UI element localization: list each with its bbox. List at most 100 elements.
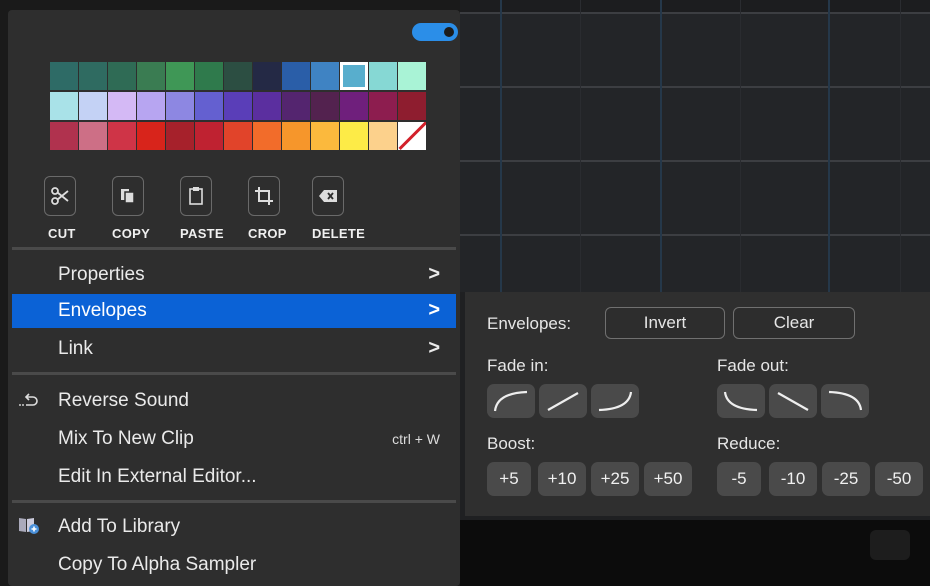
color-swatch[interactable] — [108, 92, 136, 120]
color-swatch[interactable] — [398, 62, 426, 90]
menu-item-label: Envelopes — [58, 300, 147, 321]
reduce-5-button[interactable]: -5 — [717, 462, 761, 496]
no-color-swatch[interactable] — [398, 122, 426, 150]
color-swatch[interactable] — [253, 62, 281, 90]
fade-out-linear-button[interactable] — [769, 384, 817, 418]
color-swatch[interactable] — [340, 92, 368, 120]
color-swatch[interactable] — [369, 122, 397, 150]
color-swatch[interactable] — [369, 62, 397, 90]
color-swatch[interactable] — [311, 122, 339, 150]
menu-item-link[interactable]: Link > — [12, 332, 456, 366]
copy-label: COPY — [112, 226, 151, 241]
fade-in-concave-icon — [598, 391, 633, 412]
backspace-icon[interactable] — [312, 176, 344, 216]
edit-tools: CUT COPY PASTE CROP DELETE — [44, 176, 374, 241]
color-swatch[interactable] — [224, 62, 252, 90]
color-swatch[interactable] — [311, 92, 339, 120]
color-swatch[interactable] — [340, 62, 368, 90]
color-swatch[interactable] — [340, 122, 368, 150]
reduce-50-button[interactable]: -50 — [875, 462, 923, 496]
boost-label: Boost: — [487, 434, 536, 453]
chevron-right-icon: > — [428, 263, 440, 285]
library-book-icon — [18, 515, 40, 540]
color-swatch[interactable] — [137, 92, 165, 120]
color-swatch[interactable] — [50, 92, 78, 120]
color-swatch[interactable] — [166, 122, 194, 150]
shortcut-label: ctrl + W — [392, 431, 440, 447]
fade-out-concave-button[interactable] — [717, 384, 765, 418]
menu-item-label: Link — [58, 338, 93, 359]
boost-5-button[interactable]: +5 — [487, 462, 531, 496]
fade-in-concave-button[interactable] — [591, 384, 639, 418]
boost-25-button[interactable]: +25 — [591, 462, 639, 496]
fade-out-convex-button[interactable] — [821, 384, 869, 418]
color-swatch[interactable] — [224, 122, 252, 150]
color-swatch[interactable] — [108, 122, 136, 150]
menu-item-mix-to-new-clip[interactable]: Mix To New Clip ctrl + W — [12, 422, 456, 456]
copy-tool[interactable]: COPY — [112, 176, 180, 241]
color-swatch[interactable] — [195, 92, 223, 120]
envelopes-submenu: Envelopes: Invert Clear Fade in: Fade ou… — [465, 292, 930, 516]
reduce-label: Reduce: — [717, 434, 781, 453]
scissors-icon[interactable] — [44, 176, 76, 216]
clipboard-icon[interactable] — [180, 176, 212, 216]
clear-button[interactable]: Clear — [733, 307, 855, 339]
menu-item-label: Properties — [58, 264, 145, 285]
reduce-25-button[interactable]: -25 — [822, 462, 870, 496]
color-swatch[interactable] — [253, 122, 281, 150]
fade-out-label: Fade out: — [717, 356, 789, 375]
clip-context-menu: CUT COPY PASTE CROP DELETE Properties > … — [8, 10, 460, 586]
color-swatch[interactable] — [369, 92, 397, 120]
menu-item-label: Mix To New Clip — [58, 428, 194, 449]
delete-tool[interactable]: DELETE — [312, 176, 374, 241]
paste-label: PASTE — [180, 226, 224, 241]
color-swatch[interactable] — [137, 122, 165, 150]
color-swatch[interactable] — [166, 92, 194, 120]
color-swatch[interactable] — [137, 62, 165, 90]
menu-item-copy-to-alpha-sampler[interactable]: Copy To Alpha Sampler — [12, 548, 456, 582]
menu-item-edit-external[interactable]: Edit In External Editor... — [12, 460, 456, 494]
fade-out-concave-icon — [723, 391, 758, 412]
fade-in-linear-icon — [547, 392, 579, 411]
color-swatch[interactable] — [282, 92, 310, 120]
color-swatch[interactable] — [79, 92, 107, 120]
crop-label: CROP — [248, 226, 287, 241]
color-swatch[interactable] — [253, 92, 281, 120]
color-swatch[interactable] — [79, 122, 107, 150]
fade-in-convex-button[interactable] — [487, 384, 535, 418]
crop-icon[interactable] — [248, 176, 280, 216]
color-swatch[interactable] — [79, 62, 107, 90]
color-swatch[interactable] — [166, 62, 194, 90]
color-swatch[interactable] — [195, 122, 223, 150]
palette-row — [50, 92, 434, 120]
color-swatch[interactable] — [311, 62, 339, 90]
invert-button[interactable]: Invert — [605, 307, 725, 339]
fade-in-linear-button[interactable] — [539, 384, 587, 418]
color-swatch[interactable] — [282, 122, 310, 150]
crop-tool[interactable]: CROP — [248, 176, 312, 241]
menu-item-reverse-sound[interactable]: Reverse Sound — [12, 384, 456, 418]
color-swatch[interactable] — [108, 62, 136, 90]
boost-10-button[interactable]: +10 — [538, 462, 586, 496]
paste-tool[interactable]: PASTE — [180, 176, 248, 241]
cut-tool[interactable]: CUT — [44, 176, 108, 241]
color-swatch[interactable] — [398, 92, 426, 120]
color-swatch[interactable] — [282, 62, 310, 90]
toggle-switch[interactable] — [412, 23, 458, 41]
menu-item-properties[interactable]: Properties > — [12, 258, 456, 292]
divider — [12, 247, 456, 250]
boost-50-button[interactable]: +50 — [644, 462, 692, 496]
divider — [12, 500, 456, 503]
color-swatch[interactable] — [195, 62, 223, 90]
chevron-right-icon: > — [428, 299, 440, 321]
color-swatch[interactable] — [224, 92, 252, 120]
color-swatch[interactable] — [50, 122, 78, 150]
menu-item-envelopes[interactable]: Envelopes > — [12, 294, 456, 328]
copy-icon[interactable] — [112, 176, 144, 216]
palette-row — [50, 122, 434, 150]
color-swatch[interactable] — [50, 62, 78, 90]
reduce-10-button[interactable]: -10 — [769, 462, 817, 496]
divider — [12, 372, 456, 375]
fade-out-linear-icon — [777, 392, 809, 411]
menu-item-add-to-library[interactable]: Add To Library — [12, 510, 456, 544]
